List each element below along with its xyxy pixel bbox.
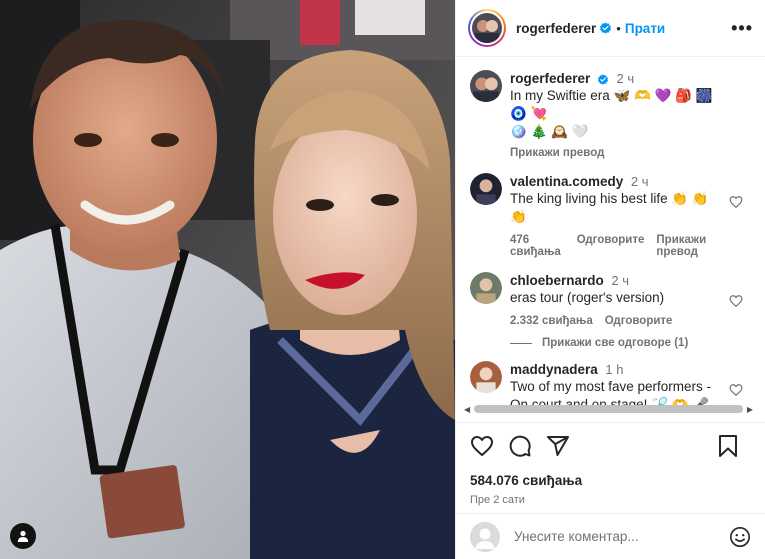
share-button[interactable]	[546, 434, 570, 458]
verified-badge-icon	[600, 21, 612, 34]
caption-text: In my Swiftie era 🦋 🫶 💜 🎒 🎆 🧿 💘	[510, 88, 713, 121]
emoji-picker-button[interactable]	[729, 526, 751, 548]
comment-input[interactable]	[514, 529, 729, 544]
commenter-avatar[interactable]	[470, 173, 502, 205]
commenter-avatar[interactable]	[470, 272, 502, 304]
caption-translate-link[interactable]: Прикажи превод	[510, 147, 727, 159]
caption-username[interactable]: rogerfederer	[510, 71, 590, 86]
translate-link[interactable]: Прикажи превод	[656, 234, 727, 258]
more-options-button[interactable]: •••	[731, 18, 753, 39]
comment-item: chloebernardo 2 ч eras tour (roger's ver…	[470, 272, 751, 327]
bookmark-icon	[719, 435, 737, 457]
current-user-avatar[interactable]	[470, 521, 500, 552]
comment-username[interactable]: chloebernardo	[510, 273, 604, 288]
post-header: rogerfederer • Прати •••	[456, 0, 765, 57]
comment-icon	[509, 435, 531, 457]
caption-text-line2: 🪩 🎄 🕰️ 🤍	[510, 124, 589, 139]
emoji-icon	[730, 526, 750, 547]
scroll-right-icon[interactable]: ▶	[747, 405, 753, 414]
add-comment-bar	[456, 513, 765, 559]
caption-time: 2 ч	[616, 71, 635, 86]
comment-item: valentina.comedy 2 ч The king living his…	[470, 173, 751, 258]
separator-dot: •	[616, 20, 621, 36]
heart-icon[interactable]	[729, 383, 743, 397]
post-image	[0, 0, 455, 559]
commenter-avatar[interactable]	[470, 361, 502, 393]
author-avatar[interactable]	[468, 9, 506, 47]
caption-avatar[interactable]	[470, 70, 502, 102]
comment-time: 1 h	[605, 362, 624, 377]
like-button[interactable]	[470, 434, 494, 458]
post-photo[interactable]	[0, 0, 455, 559]
user-icon	[470, 521, 500, 552]
likes-count[interactable]: 584.076 свиђања	[470, 473, 753, 488]
share-icon	[547, 436, 569, 456]
replies-divider	[510, 342, 532, 344]
save-button[interactable]	[717, 434, 739, 458]
heart-icon[interactable]	[729, 294, 743, 308]
user-icon	[17, 530, 29, 542]
comment-username[interactable]: valentina.comedy	[510, 174, 623, 189]
comments-list[interactable]: rogerfederer 2 ч In my Swiftie era 🦋 🫶 💜…	[456, 58, 765, 413]
comment-likes[interactable]: 2.332 свиђања	[510, 315, 593, 327]
reply-button[interactable]: Одговорите	[605, 315, 673, 327]
comment-time: 2 ч	[611, 273, 630, 288]
view-replies-button[interactable]: Прикажи све одговоре (1)	[510, 337, 751, 349]
tagged-users-button[interactable]	[10, 523, 36, 549]
comment-time: 2 ч	[630, 174, 649, 189]
comment-username[interactable]: maddynadera	[510, 362, 598, 377]
follow-button[interactable]: Прати	[625, 21, 665, 36]
heart-icon	[471, 436, 493, 456]
heart-icon[interactable]	[729, 195, 743, 209]
view-replies-label: Прикажи све одговоре (1)	[542, 337, 689, 349]
reply-button[interactable]: Одговорите	[577, 234, 645, 258]
comment-button[interactable]	[508, 434, 532, 458]
verified-badge-icon	[597, 73, 608, 85]
comment-text: The king living his best life 👏 👏 👏	[510, 191, 709, 224]
author-username[interactable]: rogerfederer	[516, 21, 596, 36]
post-details-panel: rogerfederer • Прати ••• rogerfederer 2 …	[455, 0, 765, 559]
scrollbar-thumb[interactable]	[474, 405, 743, 413]
horizontal-scrollbar[interactable]: ◀ ▶	[464, 404, 753, 414]
scroll-left-icon[interactable]: ◀	[464, 405, 470, 414]
caption-row: rogerfederer 2 ч In my Swiftie era 🦋 🫶 💜…	[470, 70, 751, 159]
avatar-image	[472, 13, 502, 43]
comment-text: eras tour (roger's version)	[510, 290, 665, 305]
comment-likes[interactable]: 476 свиђања	[510, 234, 565, 258]
post-timestamp[interactable]: Пре 2 сати	[470, 494, 753, 506]
